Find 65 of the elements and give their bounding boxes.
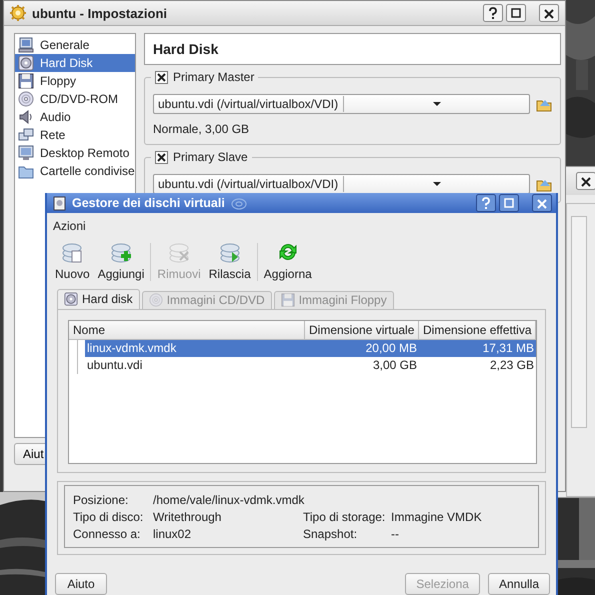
network-icon — [18, 127, 34, 143]
help-icon[interactable] — [483, 4, 503, 22]
toolbar-button[interactable]: Rilascia — [204, 240, 255, 281]
menu-item[interactable]: Azioni — [53, 219, 86, 234]
window-title: Gestore dei dischi virtuali — [72, 196, 225, 210]
sidebar-item[interactable]: Hard Disk — [15, 54, 135, 72]
cd-icon — [148, 293, 163, 308]
maximize-icon[interactable] — [506, 4, 526, 22]
table-cell-text: 2,23 GB — [488, 357, 535, 374]
detail-value: Immagine VMDK — [391, 510, 483, 524]
detail-label: Tipo di disco: — [73, 510, 144, 524]
sidebar-item[interactable]: Rete — [15, 126, 135, 144]
sidebar-item[interactable]: CD/DVD-ROM — [15, 90, 135, 108]
dialog-button[interactable]: Annulla — [488, 573, 550, 595]
swirl-icon — [230, 196, 247, 210]
help-icon[interactable] — [476, 194, 496, 212]
column-header[interactable]: Dimensione virtuale — [305, 320, 419, 340]
column-header[interactable]: Nome — [69, 320, 305, 340]
dialog-button[interactable]: Aiuto — [55, 573, 107, 595]
disk-icon — [18, 55, 34, 71]
combo-box[interactable]: ubuntu.vdi (/virtual/virtualbox/VDI) — [153, 174, 530, 194]
table-cell: 17,31 MB — [419, 340, 536, 357]
group-label: Primary Master — [173, 70, 254, 84]
table-cell-text: 3,00 GB — [372, 357, 418, 374]
disk-icon — [64, 292, 78, 306]
detail-label: Posizione: — [73, 492, 130, 506]
toolbar-button[interactable]: Aggiungi — [94, 240, 148, 281]
sidebar-item[interactable]: Floppy — [15, 72, 135, 90]
monitor-icon — [18, 37, 34, 53]
caret-icon — [432, 102, 440, 106]
column-header[interactable]: Dimensione effettiva — [419, 320, 536, 340]
close-icon[interactable] — [539, 4, 559, 22]
page-title: Hard Disk — [144, 33, 561, 65]
close-icon[interactable] — [532, 194, 552, 212]
detail-label: Snapshot: — [303, 526, 358, 540]
detail-value: /home/vale/linux-vdmk.vmdk — [153, 492, 303, 506]
sidebar-item[interactable]: Desktop Remoto — [15, 144, 135, 162]
detail-value: linux02 — [153, 526, 192, 540]
caret-icon — [432, 182, 440, 186]
disk-info: Normale, 3,00 GB — [153, 122, 250, 136]
window-title: ubuntu - Impostazioni — [32, 6, 168, 20]
scrollbar[interactable] — [571, 216, 587, 428]
floppy-icon — [280, 293, 295, 308]
toolbar-button[interactable]: Aggiorna — [260, 240, 316, 281]
floppy-icon — [18, 73, 34, 89]
gear-icon — [10, 5, 26, 21]
combo-box[interactable]: ubuntu.vdi (/virtual/virtualbox/VDI) — [153, 94, 530, 114]
tab[interactable]: Hard disk — [57, 288, 140, 309]
close-icon[interactable] — [576, 172, 595, 190]
screen-icon — [18, 145, 34, 161]
maximize-icon[interactable] — [499, 194, 519, 212]
table-cell: 20,00 MB — [305, 340, 419, 357]
group-label: Primary Slave — [173, 150, 248, 164]
cd-icon — [18, 91, 34, 107]
detail-label: Connesso a: — [73, 526, 142, 540]
sidebar-item[interactable]: Cartelle condivise — [15, 162, 135, 180]
table-cell: linux-vdmk.vmdk — [69, 340, 305, 357]
toolbar-button[interactable]: Nuovo — [51, 240, 94, 281]
detail-value: Writethrough — [153, 510, 222, 524]
help-button[interactable]: Aiut — [14, 443, 45, 465]
speaker-icon — [18, 109, 34, 125]
detail-value: -- — [391, 526, 400, 540]
sidebar-item[interactable]: Audio — [15, 108, 135, 126]
sidebar-item[interactable]: Generale — [15, 36, 135, 54]
detail-label: Tipo di storage: — [303, 510, 386, 524]
